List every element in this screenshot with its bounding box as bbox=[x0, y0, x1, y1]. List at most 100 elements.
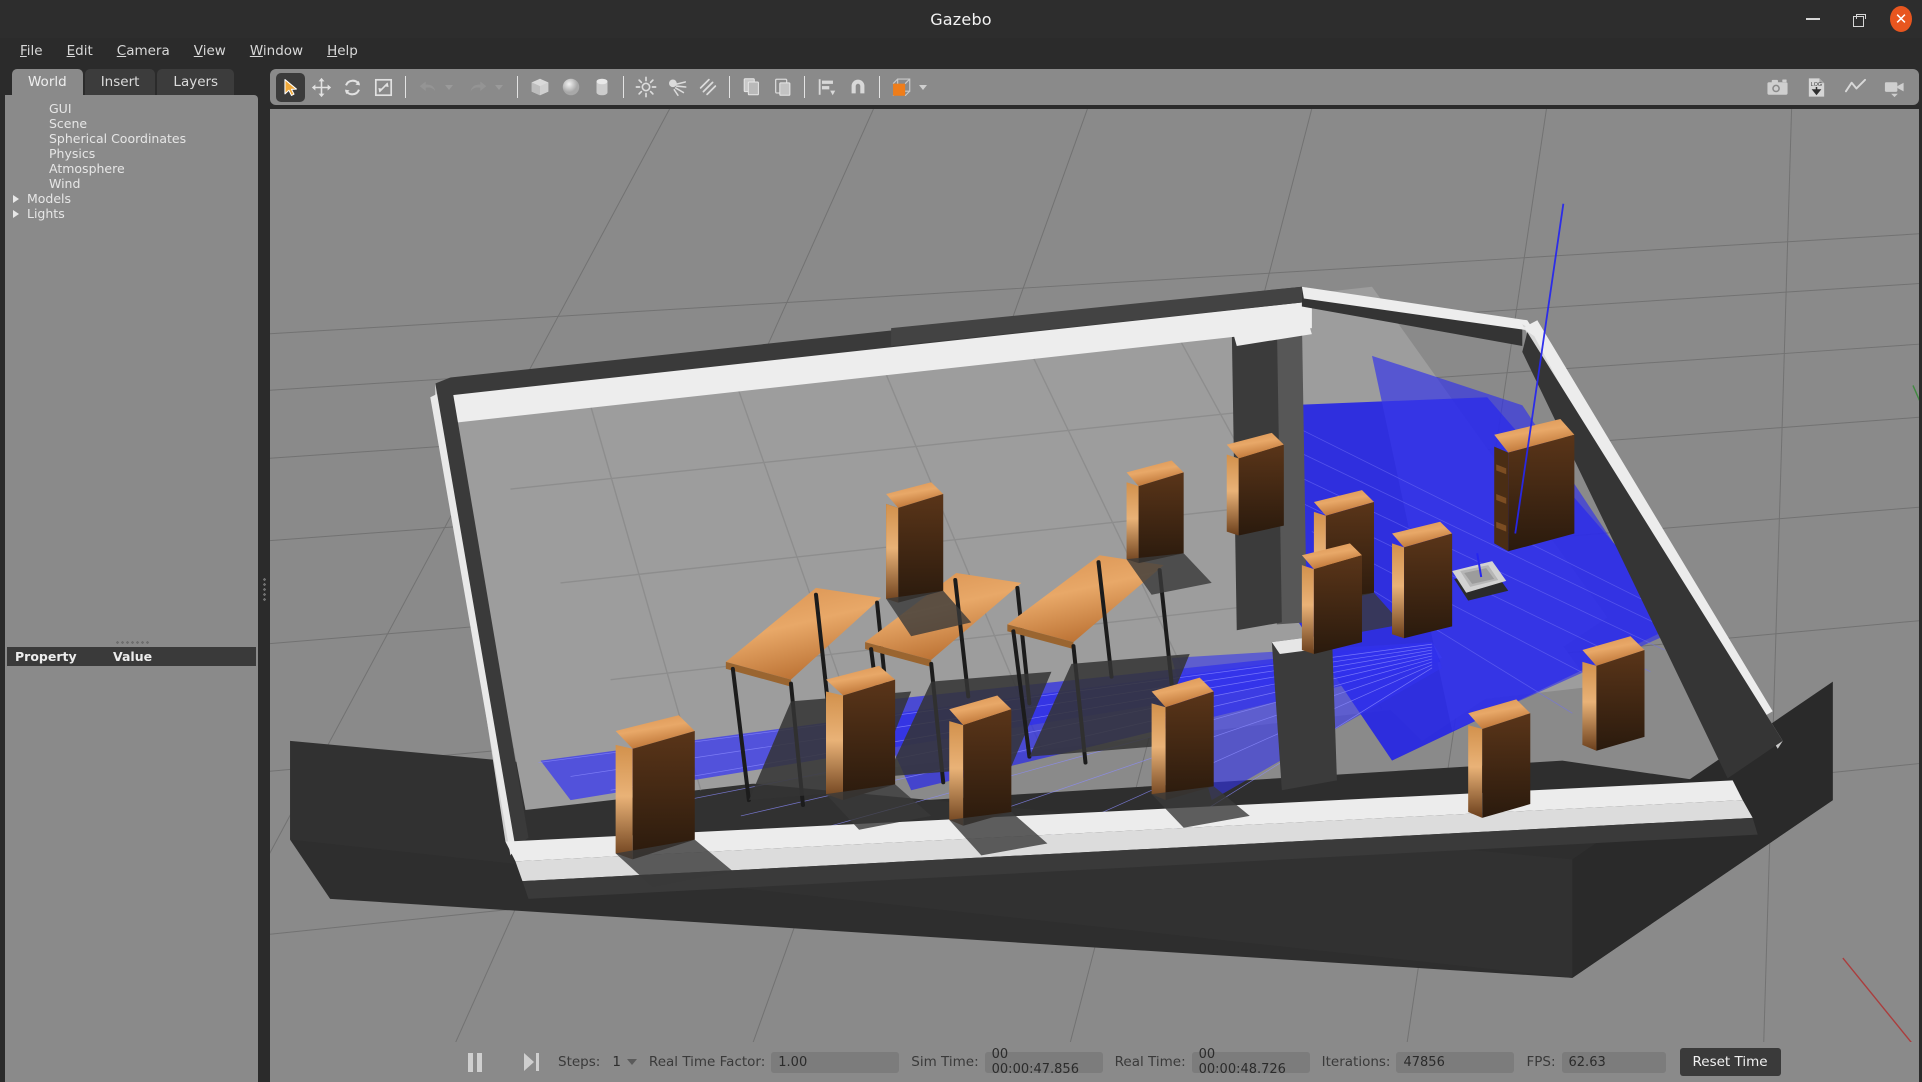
left-panel: World Insert Layers GUI Scene Spherical … bbox=[0, 64, 270, 1082]
view-angle-dropdown-caret-icon[interactable] bbox=[919, 84, 927, 90]
video-record-button[interactable] bbox=[1880, 73, 1909, 102]
steps-value: 1 bbox=[612, 1054, 621, 1070]
minimize-button[interactable] bbox=[1802, 8, 1824, 30]
insert-spot-light-button[interactable] bbox=[662, 73, 691, 102]
tab-layers[interactable]: Layers bbox=[157, 69, 235, 95]
undo-dropdown-caret-icon[interactable] bbox=[445, 84, 453, 90]
toolbar-separator bbox=[879, 76, 880, 98]
menu-window[interactable]: Window bbox=[240, 40, 313, 62]
view-angle-button[interactable] bbox=[887, 73, 916, 102]
point-light-icon bbox=[635, 76, 656, 98]
sim-time-field: 00 00:00:47.856 bbox=[984, 1047, 1103, 1077]
tree-item-gui[interactable]: GUI bbox=[5, 101, 258, 116]
log-record-button[interactable]: LOG bbox=[1802, 73, 1831, 102]
tree-item-models[interactable]: Models bbox=[5, 191, 258, 206]
select-mode-button[interactable] bbox=[276, 72, 305, 102]
toolbar-lights-group bbox=[631, 73, 722, 102]
column-header-value: Value bbox=[113, 649, 153, 664]
view-angle-cube-icon bbox=[892, 77, 911, 96]
window-controls: ✕ bbox=[1802, 0, 1912, 38]
menu-camera[interactable]: Camera bbox=[107, 40, 180, 62]
menu-help[interactable]: Help bbox=[317, 40, 368, 62]
align-button[interactable] bbox=[812, 73, 841, 102]
tree-item-wind[interactable]: Wind bbox=[5, 176, 258, 191]
insert-point-light-button[interactable] bbox=[631, 73, 660, 102]
real-time-label: Real Time: bbox=[1114, 1054, 1186, 1070]
tree-label: Wind bbox=[49, 176, 81, 191]
redo-button[interactable] bbox=[463, 73, 492, 102]
maximize-button[interactable] bbox=[1846, 8, 1868, 30]
tree-item-scene[interactable]: Scene bbox=[5, 116, 258, 131]
toolbar-primitives-group bbox=[525, 73, 616, 102]
chevron-right-icon[interactable] bbox=[13, 194, 19, 203]
panel-tabs: World Insert Layers bbox=[5, 67, 270, 95]
property-table-header: Property Value bbox=[7, 647, 256, 666]
paste-button[interactable] bbox=[768, 73, 797, 102]
rotate-icon bbox=[344, 79, 361, 95]
shelf-model bbox=[1392, 521, 1453, 639]
menu-file[interactable]: File bbox=[10, 40, 53, 62]
insert-cylinder-button[interactable] bbox=[587, 73, 616, 102]
insert-directional-light-button[interactable] bbox=[693, 73, 722, 102]
menubar: File Edit Camera View Window Help bbox=[0, 38, 1922, 64]
tree-label: Lights bbox=[27, 206, 65, 221]
reset-time-button[interactable]: Reset Time bbox=[1679, 1048, 1781, 1076]
tab-insert[interactable]: Insert bbox=[84, 69, 156, 95]
render-viewport-3d[interactable] bbox=[270, 109, 1919, 1042]
tree-item-lights[interactable]: Lights bbox=[5, 206, 258, 221]
insert-sphere-button[interactable] bbox=[556, 73, 585, 102]
tree-item-physics[interactable]: Physics bbox=[5, 146, 258, 161]
property-table-body bbox=[5, 666, 258, 1082]
redo-dropdown-caret-icon[interactable] bbox=[495, 84, 503, 90]
camera-icon bbox=[1767, 78, 1788, 95]
translate-mode-button[interactable] bbox=[307, 73, 336, 102]
toolbar-transform-group bbox=[276, 72, 398, 102]
cursor-arrow-icon bbox=[284, 78, 297, 96]
bookshelf-model bbox=[1494, 419, 1575, 552]
redo-arrow-icon bbox=[470, 81, 486, 92]
simulation-statusbar: Steps: 1 Real Time Factor: 1.00 Sim Time… bbox=[270, 1042, 1919, 1082]
tab-world[interactable]: World bbox=[12, 69, 83, 95]
chevron-down-icon[interactable] bbox=[626, 1059, 637, 1065]
column-header-property: Property bbox=[15, 649, 77, 664]
shelf-model bbox=[1301, 543, 1362, 654]
log-download-icon: LOG bbox=[1808, 77, 1825, 97]
chevron-right-icon[interactable] bbox=[13, 209, 19, 218]
sphere-icon bbox=[562, 78, 579, 96]
tree-label: Atmosphere bbox=[49, 161, 125, 176]
rotate-mode-button[interactable] bbox=[338, 73, 367, 102]
tree-item-spherical-coordinates[interactable]: Spherical Coordinates bbox=[5, 131, 258, 146]
shelf-model bbox=[1226, 432, 1284, 536]
toolbar-separator bbox=[729, 76, 730, 98]
toolbar-separator bbox=[804, 76, 805, 98]
scene-toolbar: LOG bbox=[270, 69, 1919, 105]
insert-box-button[interactable] bbox=[525, 73, 554, 102]
tree-label: Spherical Coordinates bbox=[49, 131, 187, 146]
shelf-model bbox=[1582, 636, 1645, 751]
step-forward-button[interactable] bbox=[516, 1049, 546, 1075]
copy-button[interactable] bbox=[737, 73, 766, 102]
panel-splitter[interactable] bbox=[5, 637, 258, 647]
plot-line-icon bbox=[1844, 78, 1867, 92]
panel-resize-handle[interactable] bbox=[258, 576, 270, 602]
window-title: Gazebo bbox=[930, 9, 992, 29]
tree-item-atmosphere[interactable]: Atmosphere bbox=[5, 161, 258, 176]
menu-view[interactable]: View bbox=[184, 40, 236, 62]
steps-stepper[interactable]: 1 bbox=[612, 1054, 637, 1070]
plot-button[interactable] bbox=[1841, 73, 1870, 102]
align-icon bbox=[818, 79, 835, 96]
scale-mode-button[interactable] bbox=[369, 73, 398, 102]
toolbar-history-group bbox=[413, 73, 503, 102]
maximize-icon bbox=[1851, 13, 1866, 27]
close-button[interactable]: ✕ bbox=[1890, 6, 1912, 32]
minimize-icon bbox=[1806, 18, 1820, 20]
spot-light-icon bbox=[668, 79, 686, 97]
pause-button[interactable] bbox=[460, 1049, 490, 1075]
menu-edit[interactable]: Edit bbox=[57, 40, 103, 62]
snap-button[interactable] bbox=[843, 73, 872, 102]
screenshot-button[interactable] bbox=[1763, 73, 1792, 102]
real-time-field: 00 00:00:48.726 bbox=[1191, 1047, 1310, 1077]
toolbar-align-snap-group bbox=[812, 73, 872, 102]
real-time-factor-field: 1.00 bbox=[771, 1051, 900, 1073]
undo-button[interactable] bbox=[413, 73, 442, 102]
